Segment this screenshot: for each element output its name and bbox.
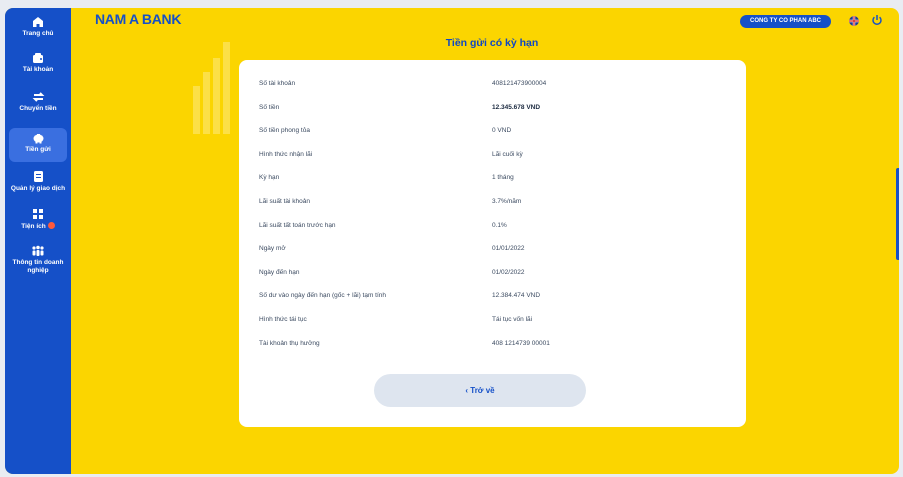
detail-label: Số dư vào ngày đến hạn (gốc + lãi) tạm t… <box>259 292 387 300</box>
detail-label: Kỳ hạn <box>259 174 280 182</box>
detail-label: Số tiền <box>259 103 280 111</box>
sidebar-item-label: Quản lý giao dịch <box>10 185 66 192</box>
company-switcher[interactable]: CONG TY CO PHAN ABC <box>740 15 832 28</box>
power-icon[interactable] <box>871 14 883 26</box>
detail-row: Lãi suất tài khoản 3.7%/năm <box>259 198 726 210</box>
detail-label: Lãi suất tất toán trước hạn <box>259 221 336 229</box>
detail-label: Lãi suất tài khoản <box>259 198 310 205</box>
detail-row: Số tiền phong tỏa 0 VND <box>259 127 726 139</box>
transfer-icon <box>32 92 44 102</box>
side-drawer-handle[interactable] <box>896 168 899 260</box>
people-icon <box>32 245 44 256</box>
wallet-icon <box>33 53 43 63</box>
detail-value: 01/01/2022 <box>492 245 525 253</box>
detail-value: 3.7%/năm <box>492 198 522 205</box>
piggy-bank-icon <box>33 134 43 144</box>
detail-value: Lãi cuối kỳ <box>492 150 523 158</box>
detail-value: 408121473900004 <box>492 80 547 87</box>
sidebar-item-label: Tiền gửi <box>25 146 51 153</box>
detail-value: 1 tháng <box>492 174 514 182</box>
decor-bar <box>213 58 220 134</box>
document-icon <box>33 171 43 182</box>
detail-row: Ngày mở 01/01/2022 <box>259 245 726 257</box>
decor-bar <box>203 72 210 134</box>
deposit-detail-card: Số tài khoản 408121473900004 Số tiền 12.345… <box>239 60 746 427</box>
sidebar-item-label: Chuyển tiền <box>19 105 57 112</box>
detail-value: 0.1% <box>492 221 507 229</box>
sidebar-item-company-info[interactable]: Thông tin doanh nghiệp <box>9 245 67 283</box>
sidebar-item-label: Tài khoản <box>22 66 54 73</box>
detail-value: 12.384.474 VND <box>492 292 541 300</box>
detail-value: Tái tục vốn lãi <box>492 316 533 323</box>
detail-row: Hình thức nhận lãi Lãi cuối kỳ <box>259 151 726 163</box>
detail-label: Ngày mở <box>259 245 286 253</box>
sidebar-item-label: Thông tin doanh nghiệp <box>12 259 64 274</box>
sidebar-item-home[interactable]: Trang chủ <box>9 16 67 48</box>
uk-flag-icon[interactable] <box>849 16 859 26</box>
detail-value: 01/02/2022 <box>492 268 525 276</box>
grid-icon <box>33 209 43 219</box>
app-frame: Trang chủ Tài khoản Chuyển tiền Tiền gửi… <box>5 8 899 474</box>
sidebar-item-accounts[interactable]: Tài khoản <box>9 52 67 84</box>
detail-label: Số tài khoản <box>259 80 296 87</box>
sidebar-item-transfer[interactable]: Chuyển tiền <box>9 91 67 123</box>
sidebar-item-label: Trang chủ <box>22 30 54 37</box>
sidebar-item-transactions[interactable]: Quản lý giao dịch <box>9 170 67 202</box>
bank-logo[interactable]: NAM A BANK <box>95 11 181 27</box>
detail-row: Số tài khoản 408121473900004 <box>259 80 726 92</box>
detail-value: 408 1214739 00001 <box>492 339 550 347</box>
detail-row: Số dư vào ngày đến hạn (gốc + lãi) tạm t… <box>259 292 726 304</box>
sidebar-item-utilities[interactable]: Tiện ích <box>9 208 67 240</box>
decor-bar <box>193 86 200 134</box>
page-title: Tiền gửi có kỳ hạn <box>445 37 539 49</box>
detail-label: Hình thức tái tục <box>259 316 307 323</box>
detail-row: Kỳ hạn 1 tháng <box>259 174 726 186</box>
detail-label: Ngày đến hạn <box>259 268 300 276</box>
detail-row: Số tiền 12.345.678 VND <box>259 104 726 116</box>
back-button[interactable]: ‹ Trở về <box>374 374 586 407</box>
detail-row: Tài khoản thụ hưởng 408 1214739 00001 <box>259 340 726 352</box>
detail-row: Ngày đến hạn 01/02/2022 <box>259 269 726 281</box>
detail-row: Lãi suất tất toán trước hạn 0.1% <box>259 222 726 234</box>
detail-label: Tài khoản thụ hưởng <box>259 339 320 347</box>
detail-row: Hình thức tái tục Tái tục vốn lãi <box>259 316 726 328</box>
sidebar-item-deposit[interactable]: Tiền gửi <box>9 128 67 162</box>
detail-label: Số tiền phong tỏa <box>259 127 310 135</box>
home-icon <box>33 17 43 27</box>
new-badge-dot <box>47 222 55 229</box>
sidebar-item-label: Tiện ích <box>9 222 67 231</box>
decor-bar <box>223 42 230 134</box>
detail-label: Hình thức nhận lãi <box>259 150 313 158</box>
sidebar: Trang chủ Tài khoản Chuyển tiền Tiền gửi… <box>5 8 71 474</box>
detail-value: 12.345.678 VND <box>492 103 541 111</box>
detail-value: 0 VND <box>492 127 512 135</box>
